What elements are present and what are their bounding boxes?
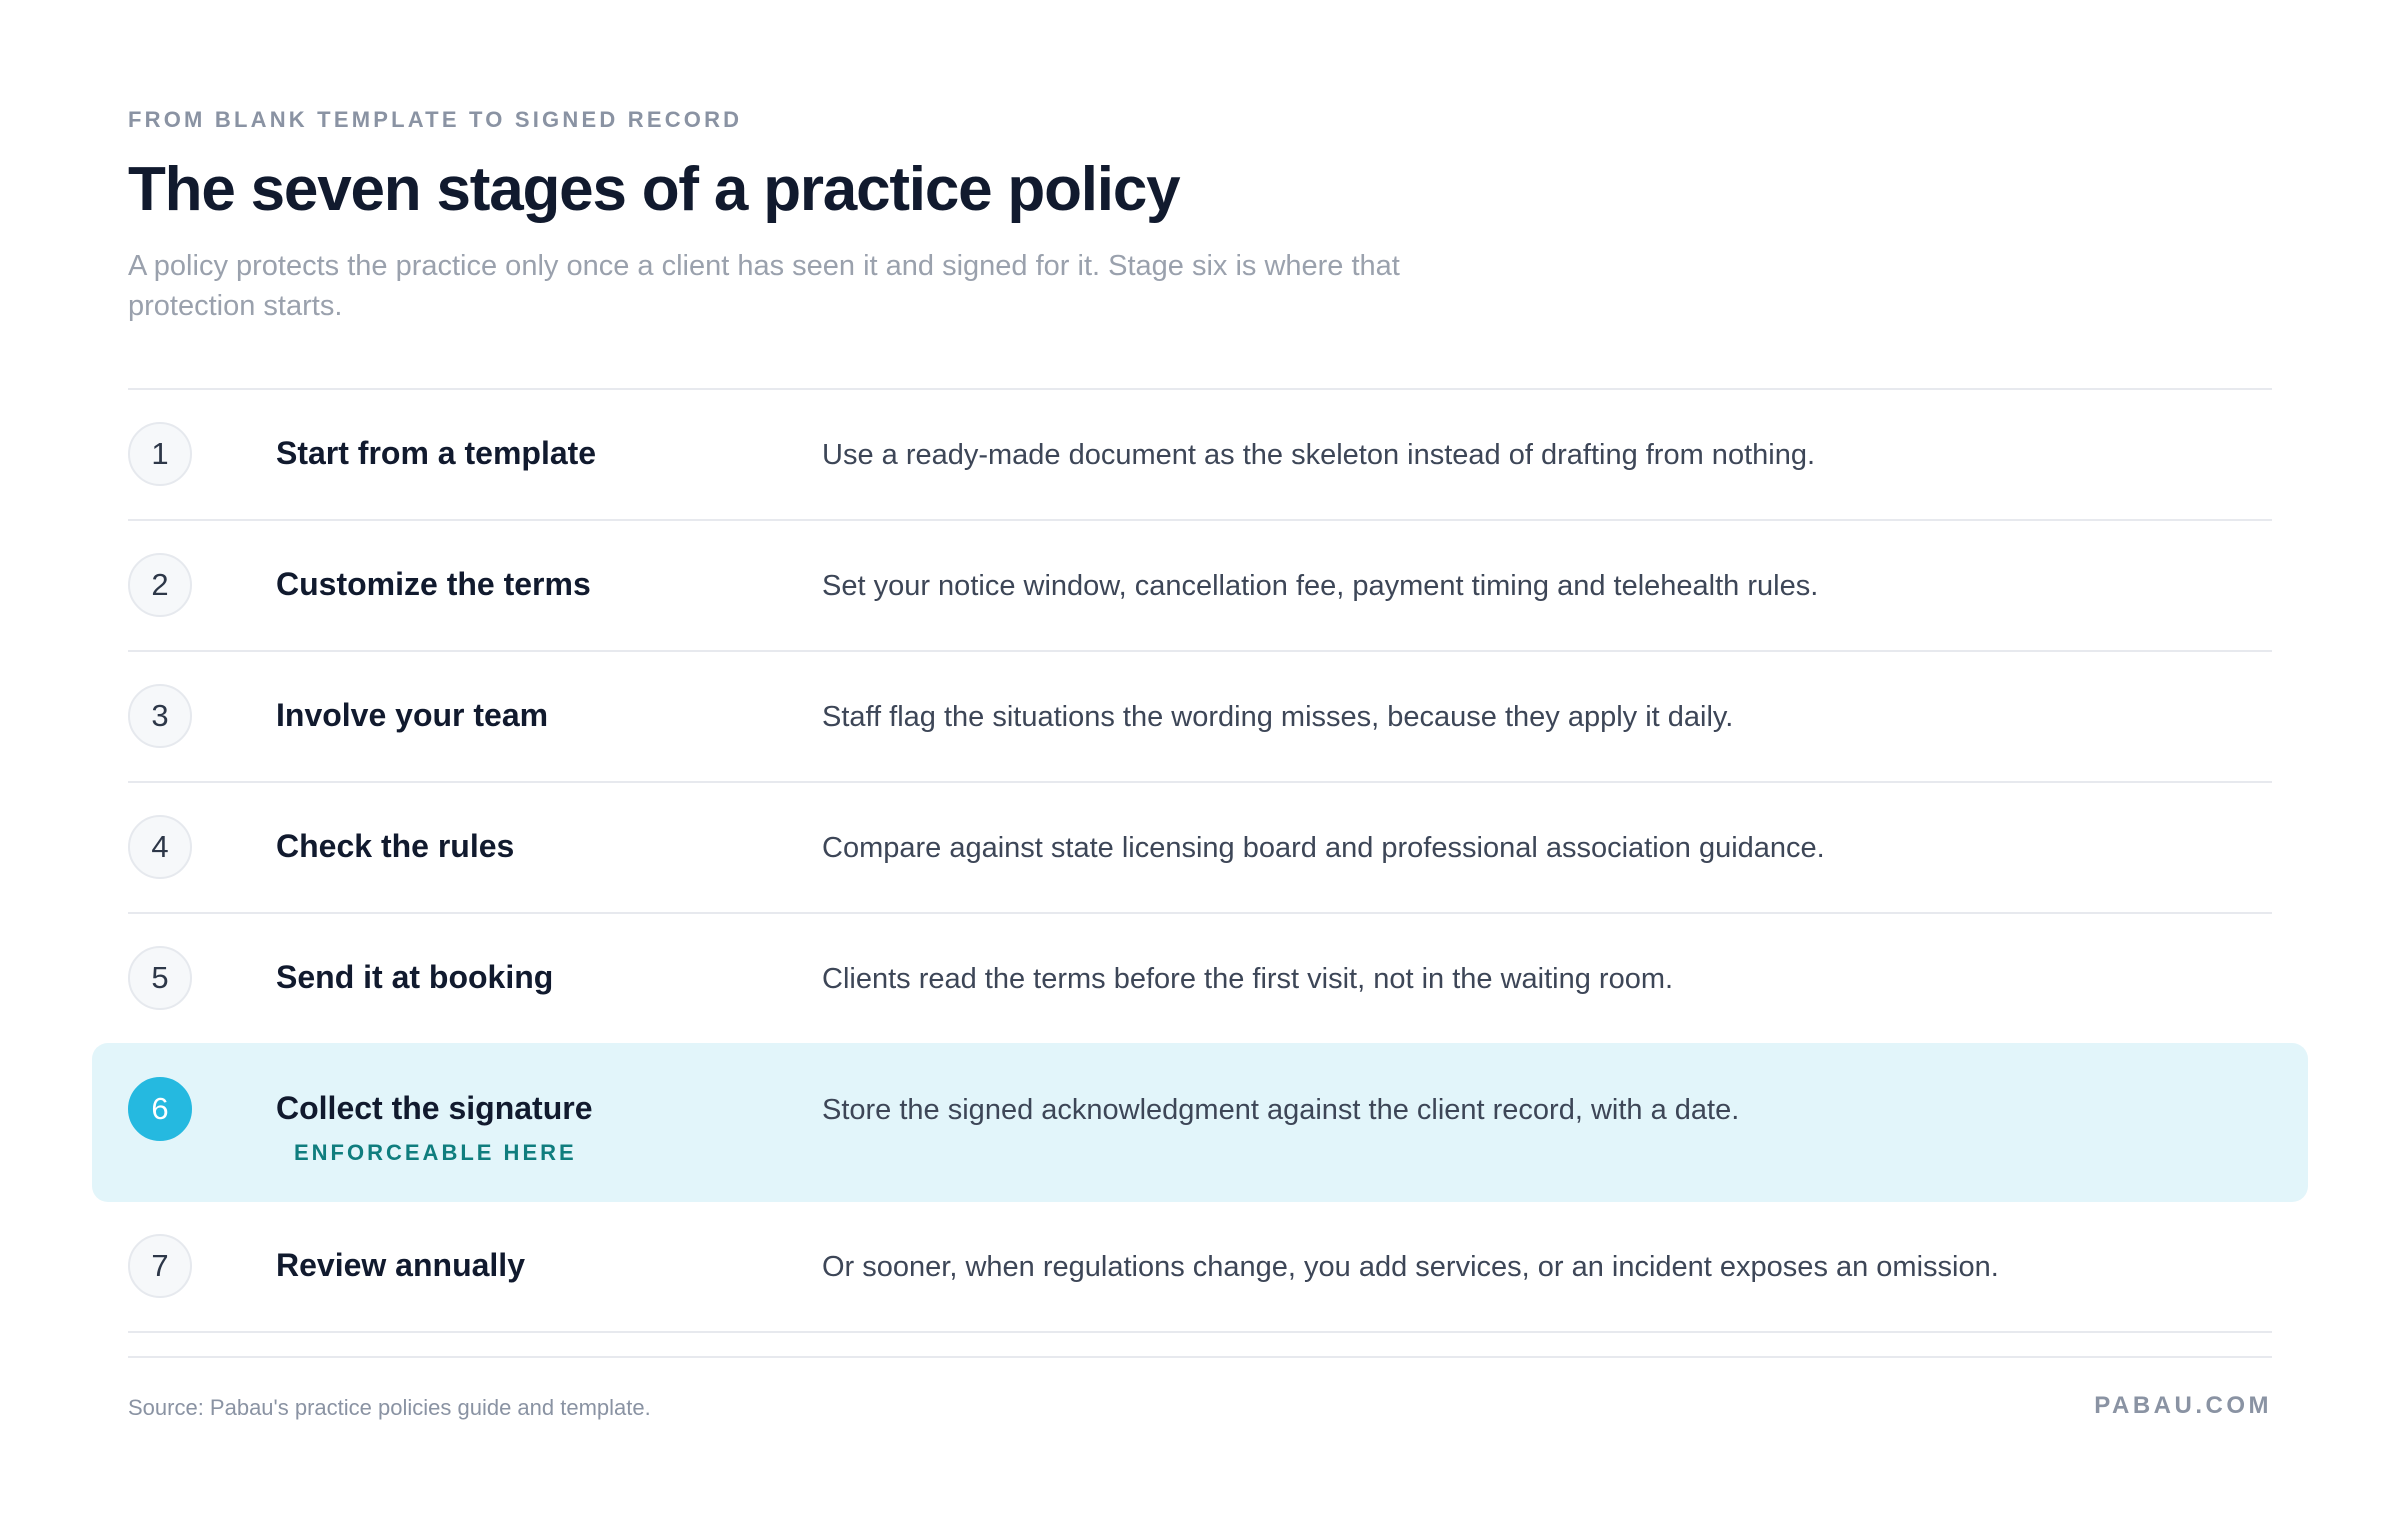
stage-description: Use a ready-made document as the skeleto…	[822, 439, 1816, 471]
stage-name: Collect the signature	[276, 1090, 593, 1126]
stage-row-6-highlighted: 6 Collect the signature ENFORCEABLE HERE…	[92, 1043, 2308, 1202]
source-note: Source: Pabau's practice policies guide …	[128, 1395, 651, 1420]
stage-description: Clients read the terms before the first …	[822, 963, 1674, 995]
stage-row-1: 1 Start from a template Use a ready-made…	[128, 390, 2272, 521]
stage-row-5: 5 Send it at booking Clients read the te…	[128, 914, 2272, 1045]
eyebrow-label: FROM BLANK TEMPLATE TO SIGNED RECORD	[128, 107, 743, 132]
stage-name: Check the rules	[276, 828, 515, 864]
stage-row-4: 4 Check the rules Compare against state …	[128, 783, 2272, 914]
stage-name: Review annually	[276, 1247, 525, 1283]
stage-number-badge: 2	[128, 553, 192, 617]
stage-number-badge: 5	[128, 946, 192, 1010]
stage-name: Involve your team	[276, 697, 549, 733]
stage-name: Start from a template	[276, 435, 597, 471]
stage-description: Set your notice window, cancellation fee…	[822, 570, 1819, 602]
stage-name: Send it at booking	[276, 959, 554, 995]
stage-description: Store the signed acknowledgment against …	[822, 1094, 1740, 1126]
stage-number-badge-active: 6	[128, 1077, 192, 1141]
stage-description: Staff flag the situations the wording mi…	[822, 701, 1734, 733]
enforceable-tag: ENFORCEABLE HERE	[294, 1140, 577, 1165]
stage-number-badge: 1	[128, 422, 192, 486]
page-title: The seven stages of a practice policy	[128, 155, 1181, 224]
stages-list: 1 Start from a template Use a ready-made…	[92, 388, 2308, 1333]
stage-name: Customize the terms	[276, 566, 591, 602]
stage-description: Or sooner, when regulations change, you …	[822, 1251, 1999, 1283]
footer-divider	[128, 1356, 2272, 1358]
stage-row-2: 2 Customize the terms Set your notice wi…	[128, 521, 2272, 652]
stage-row-7: 7 Review annually Or sooner, when regula…	[128, 1202, 2272, 1333]
stage-row-3: 3 Involve your team Staff flag the situa…	[128, 652, 2272, 783]
page-subtitle: A policy protects the practice only once…	[128, 250, 1400, 322]
stage-number-badge: 7	[128, 1234, 192, 1298]
brand-wordmark: PABAU.COM	[2094, 1392, 2272, 1419]
stage-number-badge: 3	[128, 684, 192, 748]
stage-number-badge: 4	[128, 815, 192, 879]
stage-description: Compare against state licensing board an…	[822, 832, 1825, 864]
